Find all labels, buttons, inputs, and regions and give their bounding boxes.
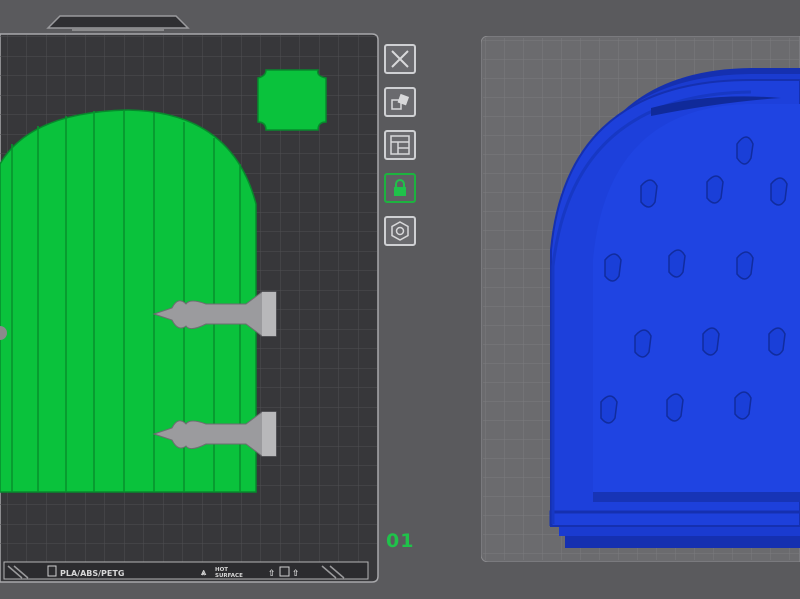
right-build-plate [481,36,800,562]
plate-label-strip [3,561,369,580]
lock-icon [394,179,406,196]
svg-text:⩓: ⩓ [200,568,207,578]
material-label: PLA/ABS/PETG [60,569,124,578]
plate-number: 01 [386,530,415,552]
hot-surface-label-2: SURFACE [215,573,243,579]
svg-text:⇧: ⇧ [292,569,300,579]
lock-button[interactable] [384,173,416,203]
close-icon [391,50,409,68]
arrange-icon [391,93,410,110]
layout-icon [390,135,410,155]
arrange-button[interactable] [384,87,416,117]
layout-button[interactable] [384,130,416,160]
close-button[interactable] [384,44,416,74]
settings-icon [391,221,409,241]
svg-text:⇧: ⇧ [268,569,276,579]
green-square-part[interactable] [257,69,327,131]
left-build-plate: PLA/ABS/PETG ⩓ HOT SURFACE ⇧ ⇧ [0,15,379,583]
settings-button[interactable] [384,216,416,246]
